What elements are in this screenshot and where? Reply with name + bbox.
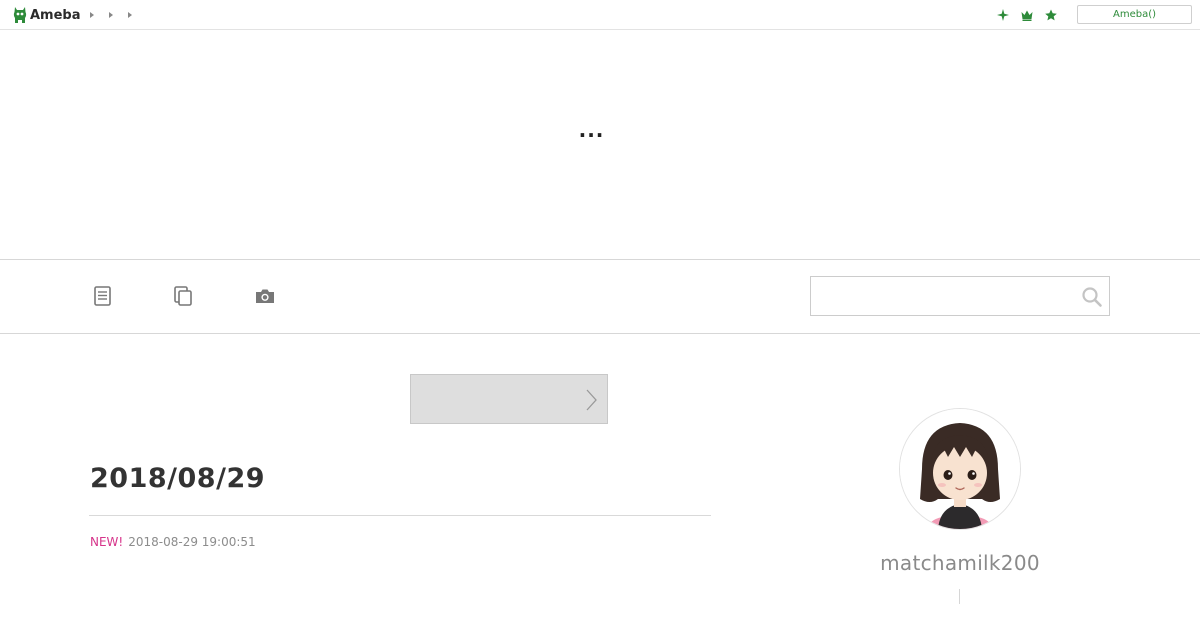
entry-date: 2018-08-29 19:00:51 <box>128 535 256 549</box>
ad-banner-button[interactable] <box>410 374 608 424</box>
crown-icon[interactable] <box>1020 7 1034 23</box>
profile-separator <box>959 589 960 604</box>
entry-divider <box>89 515 711 516</box>
ameba-logo[interactable]: Ameba <box>13 5 81 25</box>
entry-list-icon[interactable] <box>90 285 114 307</box>
avatar-illustration <box>900 409 1020 529</box>
chevron-right-icon <box>586 389 597 411</box>
breadcrumb-item-1[interactable] <box>88 10 96 18</box>
profile-name[interactable]: matchamilk200 <box>860 551 1060 575</box>
theme-list-icon[interactable] <box>171 285 195 307</box>
search-input[interactable] <box>811 277 1073 315</box>
breadcrumb-item-3[interactable] <box>126 10 134 18</box>
sparkle-icon[interactable] <box>996 7 1010 23</box>
top-bar: Ameba Ameba() <box>0 0 1200 30</box>
caret-right-icon <box>109 12 113 18</box>
star-icon[interactable] <box>1044 7 1058 23</box>
blog-header: ... <box>0 30 1200 259</box>
login-button[interactable]: Ameba() <box>1077 5 1192 24</box>
breadcrumb <box>88 10 134 18</box>
nav-divider <box>0 333 1200 334</box>
caret-right-icon <box>90 12 94 18</box>
entry-meta: NEW! 2018-08-29 19:00:51 <box>90 535 256 549</box>
ameba-mascot-icon <box>13 7 27 23</box>
entry-title[interactable]: 2018/08/29 <box>90 463 265 494</box>
avatar[interactable] <box>899 408 1021 530</box>
blog-nav-bar <box>0 260 1200 333</box>
new-badge: NEW! <box>90 535 124 549</box>
camera-icon[interactable] <box>253 285 277 307</box>
logo-text: Ameba <box>30 7 81 23</box>
caret-right-icon <box>128 12 132 18</box>
search-box <box>810 276 1110 316</box>
breadcrumb-item-2[interactable] <box>107 10 115 18</box>
top-icon-group <box>996 7 1058 23</box>
search-icon[interactable] <box>1081 286 1103 308</box>
blog-title[interactable]: ... <box>0 118 1183 142</box>
